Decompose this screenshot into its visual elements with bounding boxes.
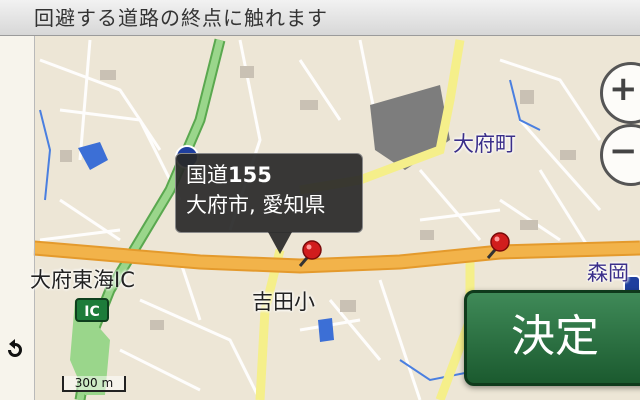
map-label-school: 吉田小 — [252, 290, 315, 314]
road-info-callout[interactable]: 国道155 大府市, 愛知県 — [175, 153, 363, 254]
callout-location: 大府市, 愛知県 — [186, 193, 326, 217]
back-button[interactable] — [0, 320, 30, 380]
back-arrow-icon — [8, 339, 22, 357]
map-label-district: 森岡 — [587, 261, 629, 285]
zoom-in-icon: + — [609, 69, 638, 109]
instruction-bar: 回避する道路の終点に触れます — [0, 0, 640, 36]
confirm-button[interactable]: 決定 — [464, 290, 640, 386]
callout-road-number: 155 — [228, 163, 272, 187]
zoom-out-icon: − — [609, 131, 638, 171]
map-label-interchange: 大府東海IC — [30, 268, 135, 292]
callout-road: 国道155 — [186, 160, 352, 190]
scale-bar: 300 m — [62, 376, 126, 392]
map-label-town: 大府町 — [453, 132, 516, 156]
interchange-badge: IC — [75, 298, 109, 322]
callout-road-name: 国道 — [186, 163, 228, 187]
